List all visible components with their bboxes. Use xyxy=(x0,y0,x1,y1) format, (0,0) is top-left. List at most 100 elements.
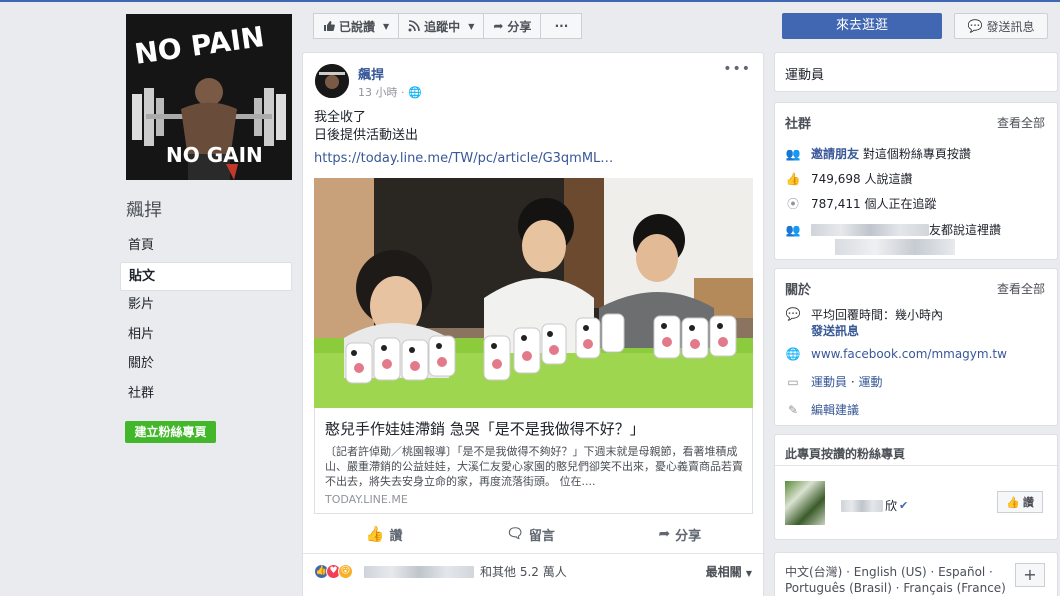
language-line-2[interactable]: Português (Brasil) · Français (France) xyxy=(785,580,1006,596)
invite-row: 👥 邀請朋友 對這個粉絲專頁按讚 xyxy=(785,145,971,162)
likes-row: 👍 749,698 人說這讚 xyxy=(785,170,913,187)
people-icon: 👥 xyxy=(785,222,801,237)
nav-posts[interactable]: 貼文 xyxy=(120,261,292,291)
send-message-label: 發送訊息 xyxy=(986,19,1035,34)
follows-row: ⦿ 787,411 個人正在追蹤 xyxy=(785,195,936,212)
author-avatar[interactable] xyxy=(315,64,349,98)
community-card: 社群 查看全部 👥 邀請朋友 對這個粉絲專頁按讚 👍 749,698 人說這讚 … xyxy=(774,102,1058,260)
top-border xyxy=(0,0,1060,2)
following-button[interactable]: 追蹤中 ▼ xyxy=(398,13,485,39)
about-see-all[interactable]: 查看全部 xyxy=(997,280,1045,297)
header-right-actions: 來去逛逛 💬 發送訊息 xyxy=(782,13,1048,39)
post-line-2: 日後提供活動送出 xyxy=(314,128,419,143)
link-description: 〔記者許倬勛／桃園報導〕「是不是我做得不夠好？」下週末就是母親節，看著堆積成山、… xyxy=(325,445,743,488)
category-card: 運動員 xyxy=(774,52,1058,92)
edit-suggestion-link[interactable]: 編輯建議 xyxy=(811,401,859,418)
like-action-label: 讚 xyxy=(389,528,403,544)
category-sport-link[interactable]: 運動 xyxy=(858,375,882,389)
post-text: 我全收了 日後提供活動送出 xyxy=(314,109,418,145)
like-page-button[interactable]: 👍 讚 xyxy=(997,491,1043,513)
post-author[interactable]: 飆捍 xyxy=(358,64,384,83)
edit-row: ✎ 編輯建議 xyxy=(785,401,859,418)
post-link[interactable]: https://today.line.me/TW/pc/article/G3qm… xyxy=(314,151,613,166)
share-arrow-icon: ➦ xyxy=(658,526,671,542)
about-send-message[interactable]: 發送訊息 xyxy=(811,324,859,338)
more-button[interactable]: ··· xyxy=(540,13,583,39)
avatar-logo xyxy=(315,64,349,98)
share-action[interactable]: ➦ 分享 xyxy=(658,525,701,544)
invite-suffix: 對這個粉絲專頁按讚 xyxy=(862,147,971,161)
page-action-bar: 已說讚 ▼ 追蹤中 ▼ ➦ 分享 ··· xyxy=(313,13,583,39)
link-source: TODAY.LINE.ME xyxy=(325,493,408,506)
thumbs-up-outline-icon: 👍 xyxy=(365,525,385,543)
post-card: 飆捍 13 小時 · 🌐 ••• 我全收了 日後提供活動送出 https://t… xyxy=(302,52,764,596)
create-page-button[interactable]: 建立粉絲專頁 xyxy=(125,421,216,443)
language-list: 中文(台灣) · English (US) · Español · Portug… xyxy=(785,564,1006,596)
page-nav: 首頁 貼文 影片 相片 關於 社群 xyxy=(120,232,292,409)
blurred-avatars xyxy=(835,239,955,255)
chevron-down-icon: ▼ xyxy=(745,569,752,578)
nav-photos[interactable]: 相片 xyxy=(120,321,292,351)
liked-label: 已說讚 xyxy=(339,19,376,34)
community-see-all[interactable]: 查看全部 xyxy=(997,114,1045,131)
sort-label: 最相關 xyxy=(705,565,742,579)
liked-button[interactable]: 已說讚 ▼ xyxy=(313,13,400,39)
nav-about[interactable]: 關於 xyxy=(120,350,292,380)
comment-icon: 🗨 xyxy=(506,526,524,542)
language-line-1[interactable]: 中文(台灣) · English (US) · Español · xyxy=(785,564,1006,580)
page-name: 飆捍 xyxy=(126,200,162,221)
share-action-label: 分享 xyxy=(675,528,702,544)
page-category: 運動員 xyxy=(785,68,825,83)
like-action[interactable]: 👍 讚 xyxy=(366,525,403,544)
post-timestamp[interactable]: 13 小時 · 🌐 xyxy=(358,84,422,100)
liked-pages-title: 此專頁按讚的粉絲專頁 xyxy=(785,447,906,461)
nav-videos[interactable]: 影片 xyxy=(120,291,292,321)
liked-page-name[interactable]: 欣 ✔ xyxy=(841,497,908,514)
comment-action[interactable]: 🗨 留言 xyxy=(506,525,555,544)
share-arrow-icon: ➦ xyxy=(493,19,504,33)
invite-friends-link[interactable]: 邀請朋友 xyxy=(811,147,859,161)
blurred-friends xyxy=(811,223,929,236)
sort-dropdown[interactable]: 最相關 ▼ xyxy=(706,563,752,580)
post-actions: 👍 讚 🗨 留言 ➦ 分享 xyxy=(314,521,753,547)
profile-picture[interactable]: NO PAIN NO GAIN xyxy=(126,14,292,180)
send-message-button[interactable]: 💬 發送訊息 xyxy=(954,13,1048,39)
folder-icon: ▭ xyxy=(787,374,799,389)
liked-pages-card: 此專頁按讚的粉絲專頁 欣 ✔ 👍 讚 xyxy=(774,434,1058,540)
post-options-icon[interactable]: ••• xyxy=(723,61,751,77)
link-title: 憨兒手作娃娃滯銷 急哭「是不是我做得不好？」 xyxy=(325,420,645,438)
liked-page-avatar[interactable] xyxy=(785,481,825,525)
chevron-down-icon: ▼ xyxy=(468,21,475,31)
blurred-names xyxy=(364,565,474,578)
about-title: 關於 xyxy=(785,283,812,298)
pencil-icon: ✎ xyxy=(787,402,799,417)
language-card: 中文(台灣) · English (US) · Español · Portug… xyxy=(774,552,1058,596)
share-page-button[interactable]: ➦ 分享 xyxy=(483,13,542,39)
categories-row: ▭ 運動員 · 運動 xyxy=(785,373,882,390)
globe-icon: 🌐 xyxy=(785,347,801,361)
photo-illustration xyxy=(314,178,753,408)
add-language-button[interactable]: + xyxy=(1015,563,1045,587)
website-link[interactable]: www.facebook.com/mmagym.tw xyxy=(811,347,1007,361)
blurred-page-name xyxy=(841,499,883,512)
comment-action-label: 留言 xyxy=(528,528,555,544)
thumbs-up-icon xyxy=(324,21,335,31)
community-title: 社群 xyxy=(785,117,812,132)
no-pain-no-gain-logo: NO PAIN NO GAIN xyxy=(126,14,292,180)
nav-community[interactable]: 社群 xyxy=(120,380,292,410)
like-page-label: 讚 xyxy=(1022,496,1034,509)
about-card: 關於 查看全部 💬 平均回覆時間：幾小時內 發送訊息 🌐 www.facebook… xyxy=(774,268,1058,426)
link-preview-card[interactable]: 憨兒手作娃娃滯銷 急哭「是不是我做得不好？」 〔記者許倬勛／桃園報導〕「是不是我… xyxy=(314,408,753,514)
rss-icon: ⦿ xyxy=(786,197,799,211)
website-row: 🌐 www.facebook.com/mmagym.tw xyxy=(785,347,1007,361)
nav-home[interactable]: 首頁 xyxy=(120,232,292,262)
reactions-count[interactable]: 和其他 5.2 萬人 xyxy=(480,563,567,580)
wow-reaction-icon[interactable]: 😮 xyxy=(338,564,353,579)
category-athlete-link[interactable]: 運動員 xyxy=(811,375,847,389)
follows-count: 787,411 個人正在追蹤 xyxy=(811,197,937,211)
thumbs-up-icon: 👍 xyxy=(1006,495,1020,509)
visit-button[interactable]: 來去逛逛 xyxy=(782,13,942,39)
response-row: 💬 平均回覆時間：幾小時內 發送訊息 xyxy=(785,307,944,339)
following-label: 追蹤中 xyxy=(424,19,461,34)
link-preview-image[interactable] xyxy=(314,178,753,408)
